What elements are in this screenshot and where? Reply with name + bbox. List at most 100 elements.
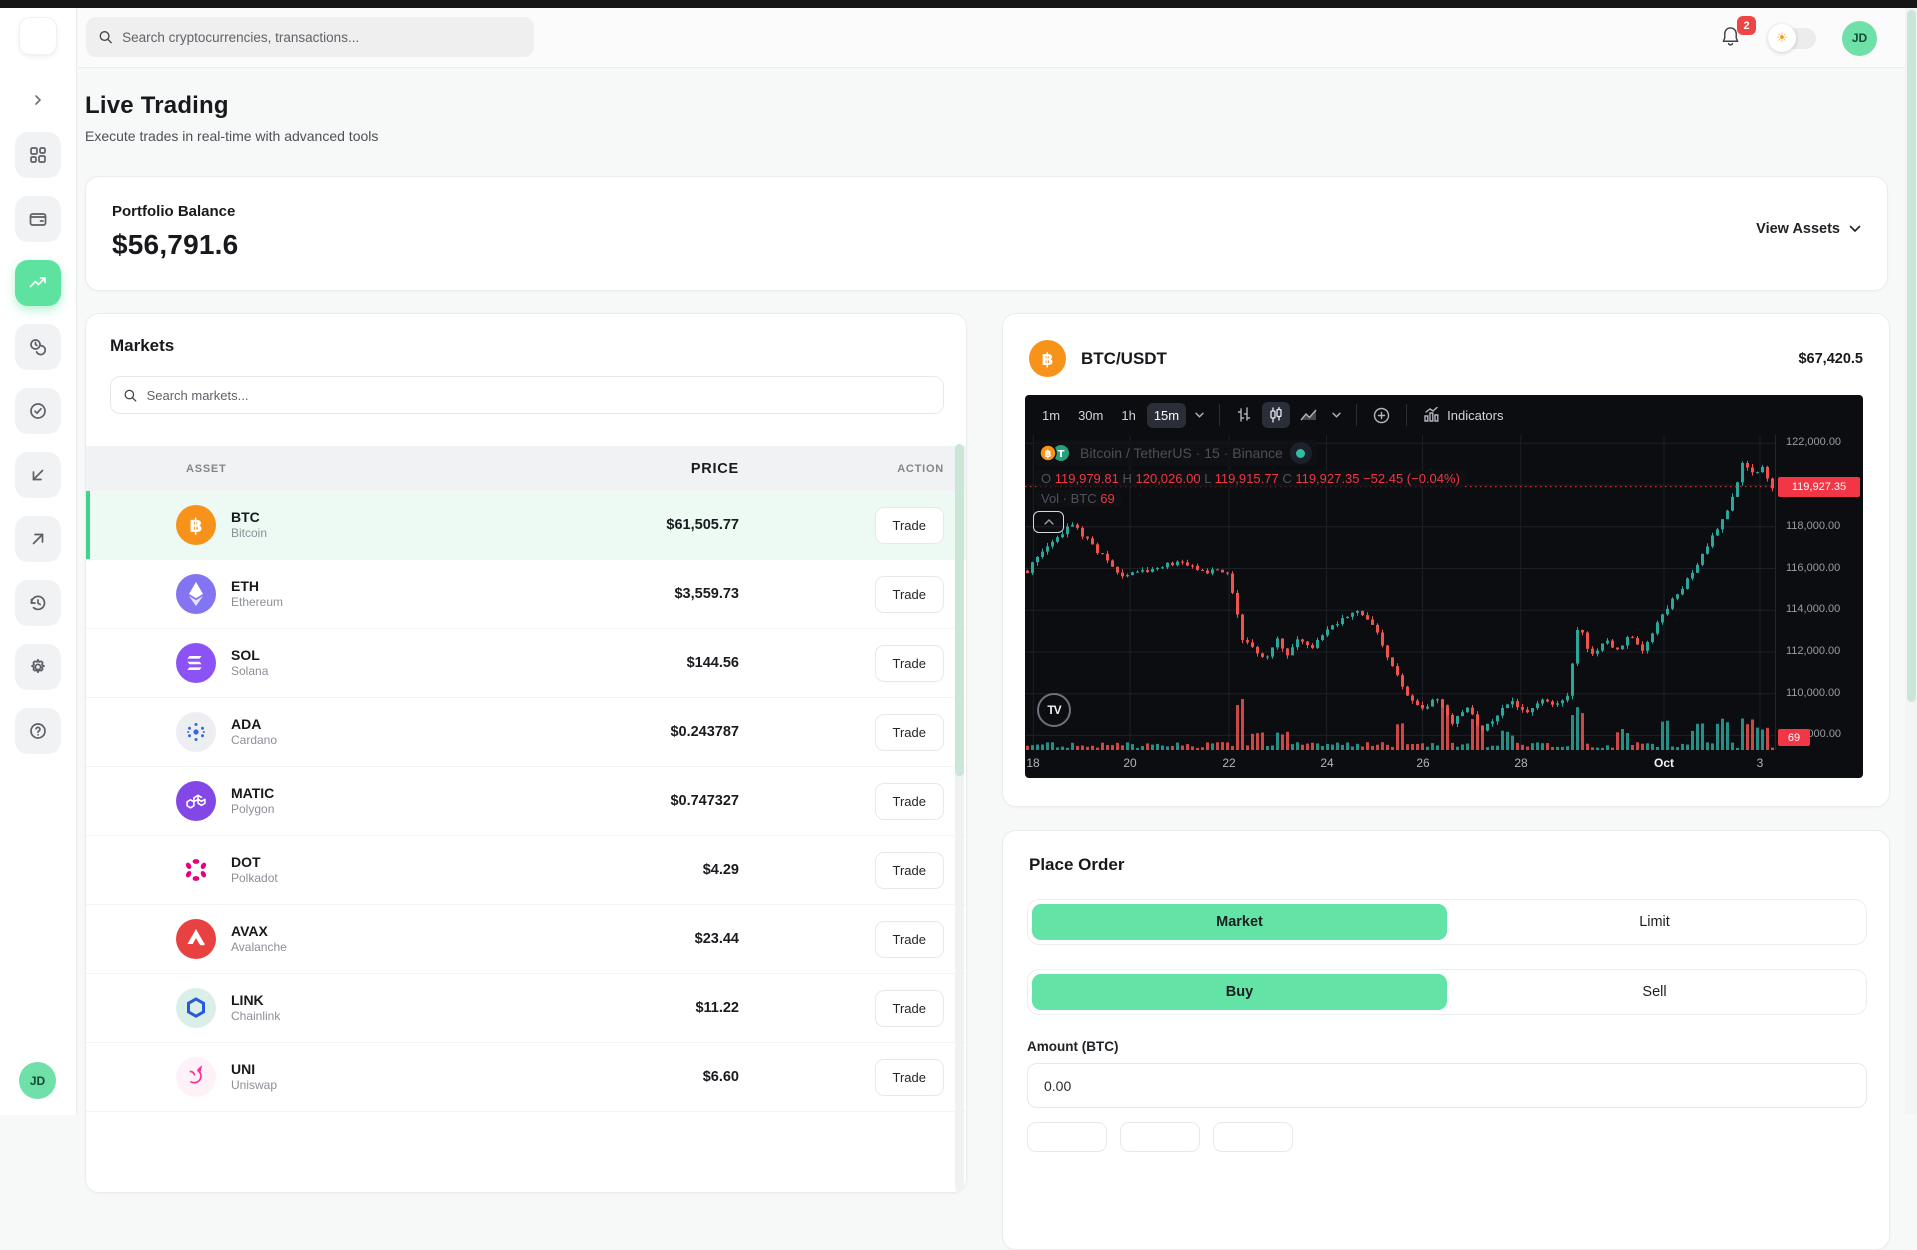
market-row-link[interactable]: LINKChainlink$11.22Trade [86,974,967,1043]
trade-button-avax[interactable]: Trade [875,921,944,958]
asset-price: $0.747327 [509,793,739,809]
trade-button-ada[interactable]: Trade [875,714,944,751]
area-style-button[interactable] [1294,402,1323,428]
history-icon [28,593,48,613]
chart-legend: T ฿ Bitcoin / TetherUS · 15 · Binance O … [1035,440,1466,507]
market-row-sol[interactable]: SOLSolana$144.56Trade [86,629,967,698]
asset-price: $3,559.73 [509,586,739,602]
asset-symbol: LINK [231,992,280,1009]
theme-toggle[interactable]: ☀ [1770,28,1816,49]
chart-plot-area[interactable]: 122,000.00118,000.00116,000.00114,000.00… [1025,435,1863,750]
market-row-dot[interactable]: DOTPolkadot$4.29Trade [86,836,967,905]
indicators-button[interactable]: Indicators [1417,402,1508,428]
sidebar-item-history[interactable] [15,580,61,626]
amount-input[interactable] [1027,1063,1867,1108]
price-axis-label: 122,000.00 [1786,436,1841,448]
markets-search-input[interactable] [147,388,931,403]
trading-chart: 1m30m1h15m Indicators 122,000.00118,000.0… [1025,395,1863,778]
price-axis-label: 112,000.00 [1786,645,1840,657]
user-avatar[interactable]: JD [1842,21,1877,56]
order-type-market-tab[interactable]: Market [1032,904,1447,940]
svg-text:T: T [1058,449,1065,460]
view-assets-button[interactable]: View Assets [1756,221,1861,237]
arrow-up-right-icon [28,529,48,549]
order-side-sell-tab[interactable]: Sell [1447,974,1862,1010]
change-value: −52.45 (−0.04%) [1363,471,1460,486]
place-order-title: Place Order [1029,855,1124,875]
timeframe-1m[interactable]: 1m [1035,403,1067,428]
l-value: 119,915.77 [1215,471,1279,486]
check-circle-icon [28,401,48,421]
compare-add-button[interactable] [1367,402,1396,429]
global-search[interactable] [86,17,534,57]
market-status-indicator[interactable] [1290,442,1312,464]
market-row-eth[interactable]: ETHEthereum$3,559.73Trade [86,560,967,629]
quick-amount-button[interactable] [1120,1122,1200,1152]
order-type-tabs: MarketLimit [1027,899,1867,945]
sidebar-collapse-toggle[interactable] [24,88,52,112]
toolbar-separator [1406,404,1407,426]
markets-scrollbar[interactable] [955,444,964,1192]
pair-coins-icon: T ฿ [1037,442,1073,464]
page-scrollbar-thumb[interactable] [1907,10,1916,702]
time-axis-label: 22 [1222,756,1235,770]
trade-button-link[interactable]: Trade [875,990,944,1027]
market-row-matic[interactable]: MATICPolygon$0.747327Trade [86,767,967,836]
chevron-down-icon [1849,225,1861,233]
quick-amount-button[interactable] [1027,1122,1107,1152]
sidebar-item-dashboard[interactable] [15,132,61,178]
search-icon [98,29,113,45]
view-assets-label: View Assets [1756,221,1840,237]
svg-text:฿: ฿ [1045,449,1052,460]
trade-button-btc[interactable]: Trade [875,507,944,544]
market-row-uni[interactable]: UNIUniswap$6.60Trade [86,1043,967,1112]
sidebar-item-help[interactable] [15,708,61,754]
asset-symbol: BTC [231,509,267,526]
tradingview-logo[interactable]: TV [1037,693,1071,727]
trade-button-sol[interactable]: Trade [875,645,944,682]
sidebar-item-deposit[interactable] [15,452,61,498]
toolbar-separator [1356,404,1357,426]
page-scrollbar[interactable] [1905,8,1917,1115]
asset-symbol: SOL [231,647,268,664]
sidebar-item-orders[interactable] [15,388,61,434]
sidebar-avatar[interactable]: JD [19,1062,56,1099]
style-dropdown[interactable] [1327,408,1346,422]
place-order-panel: Place Order MarketLimit BuySell Amount (… [1002,830,1890,1250]
trade-button-eth[interactable]: Trade [875,576,944,613]
trade-button-dot[interactable]: Trade [875,852,944,889]
column-asset: ASSET [110,463,509,475]
sidebar-item-withdraw[interactable] [15,516,61,562]
trade-button-uni[interactable]: Trade [875,1059,944,1096]
markets-scrollbar-thumb[interactable] [955,444,964,776]
sidebar-item-wallet[interactable] [15,196,61,242]
global-search-input[interactable] [122,30,522,45]
bars-style-button[interactable] [1230,402,1258,428]
sidebar-item-live-trading[interactable] [15,260,61,306]
timeframe-15m[interactable]: 15m [1147,403,1186,428]
sidebar-item-coins[interactable] [15,324,61,370]
market-row-btc[interactable]: ฿BTCBitcoin$61,505.77Trade [86,491,967,560]
time-axis[interactable]: 182022242628Oct3 [1025,750,1775,778]
markets-search[interactable] [110,376,944,414]
candles-style-button[interactable] [1262,402,1290,428]
market-row-ada[interactable]: ADACardano$0.243787Trade [86,698,967,767]
asset-cell: DOTPolkadot [110,850,509,890]
trade-button-matic[interactable]: Trade [875,783,944,820]
timeframe-dropdown[interactable] [1190,408,1209,422]
timeframe-1h[interactable]: 1h [1114,403,1142,428]
price-axis[interactable]: 122,000.00118,000.00116,000.00114,000.00… [1775,435,1863,750]
market-row-avax[interactable]: AVAXAvalanche$23.44Trade [86,905,967,974]
toolbar-separator [1219,404,1220,426]
app-logo[interactable] [19,17,57,55]
order-side-buy-tab[interactable]: Buy [1032,974,1447,1010]
quick-amount-buttons [1027,1122,1293,1152]
timeframe-30m[interactable]: 30m [1071,403,1110,428]
svg-text:฿: ฿ [1042,350,1054,370]
quick-amount-button[interactable] [1213,1122,1293,1152]
legend-collapse-button[interactable] [1033,511,1064,533]
chart-toolbar: 1m30m1h15m Indicators [1025,395,1863,435]
notifications-button[interactable]: 2 [1720,25,1744,51]
sidebar-item-settings[interactable] [15,644,61,690]
order-type-limit-tab[interactable]: Limit [1447,904,1862,940]
